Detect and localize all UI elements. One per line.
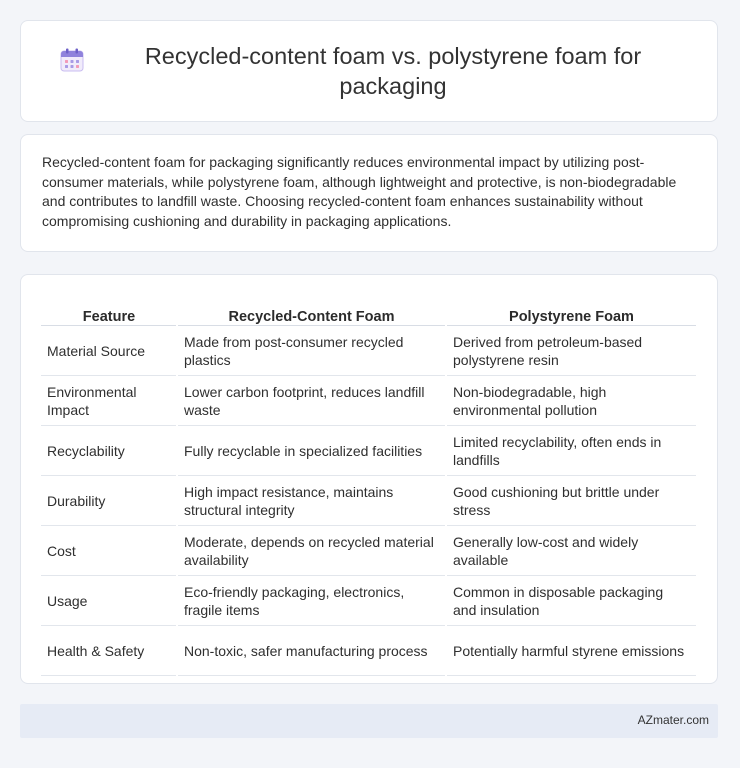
table-row: Cost Moderate, depends on recycled mater… xyxy=(41,525,698,576)
row-polystyrene-value: Limited recyclability, often ends in lan… xyxy=(446,425,698,476)
table-row: Usage Eco-friendly packaging, electronic… xyxy=(41,575,698,626)
summary-paragraph: Recycled-content foam for packaging sign… xyxy=(42,154,677,229)
row-recycled-value: Moderate, depends on recycled material a… xyxy=(177,525,447,576)
row-feature: Recyclability xyxy=(41,425,178,476)
table-row: Durability High impact resistance, maint… xyxy=(41,475,698,526)
calendar-icon xyxy=(59,47,85,73)
row-recycled-value: Fully recyclable in specialized faciliti… xyxy=(177,425,447,476)
row-polystyrene-value: Generally low-cost and widely available xyxy=(446,525,698,576)
row-polystyrene-value: Non-biodegradable, high environmental po… xyxy=(446,375,698,426)
header-polystyrene-foam: Polystyrene Foam xyxy=(446,295,697,326)
row-recycled-value: Made from post-consumer recycled plastic… xyxy=(177,325,447,376)
row-polystyrene-value: Potentially harmful styrene emissions xyxy=(446,625,698,676)
row-recycled-value: Lower carbon footprint, reduces landfill… xyxy=(177,375,447,426)
row-feature: Usage xyxy=(41,575,178,626)
title-wrap: Recycled-content foam vs. polystyrene fo… xyxy=(59,41,679,101)
row-feature: Health & Safety xyxy=(41,625,178,676)
title-card: Recycled-content foam vs. polystyrene fo… xyxy=(20,20,718,122)
footer-site-link[interactable]: AZmater.com xyxy=(638,713,709,727)
row-feature: Durability xyxy=(41,475,178,526)
table-header-row: Feature Recycled-Content Foam Polystyren… xyxy=(41,295,697,326)
row-feature: Cost xyxy=(41,525,178,576)
header-recycled-foam: Recycled-Content Foam xyxy=(177,295,446,326)
row-polystyrene-value: Derived from petroleum-based polystyrene… xyxy=(446,325,698,376)
page-title: Recycled-content foam vs. polystyrene fo… xyxy=(144,43,642,99)
row-recycled-value: Eco-friendly packaging, electronics, fra… xyxy=(177,575,447,626)
row-feature: Material Source xyxy=(41,325,178,376)
row-recycled-value: Non-toxic, safer manufacturing process xyxy=(177,625,447,676)
table-row: Material Source Made from post-consumer … xyxy=(41,325,698,376)
header-feature: Feature xyxy=(41,295,177,326)
table-row: Environmental Impact Lower carbon footpr… xyxy=(41,375,698,426)
row-recycled-value: High impact resistance, maintains struct… xyxy=(177,475,447,526)
table-row: Health & Safety Non-toxic, safer manufac… xyxy=(41,625,698,676)
summary-card: Recycled-content foam for packaging sign… xyxy=(20,134,718,252)
row-polystyrene-value: Common in disposable packaging and insul… xyxy=(446,575,698,626)
row-polystyrene-value: Good cushioning but brittle under stress xyxy=(446,475,698,526)
row-feature: Environmental Impact xyxy=(41,375,178,426)
table-row: Recyclability Fully recyclable in specia… xyxy=(41,425,698,476)
footer-bar: AZmater.com xyxy=(20,704,718,738)
comparison-card: Feature Recycled-Content Foam Polystyren… xyxy=(20,274,718,684)
comparison-table: Feature Recycled-Content Foam Polystyren… xyxy=(41,295,698,676)
